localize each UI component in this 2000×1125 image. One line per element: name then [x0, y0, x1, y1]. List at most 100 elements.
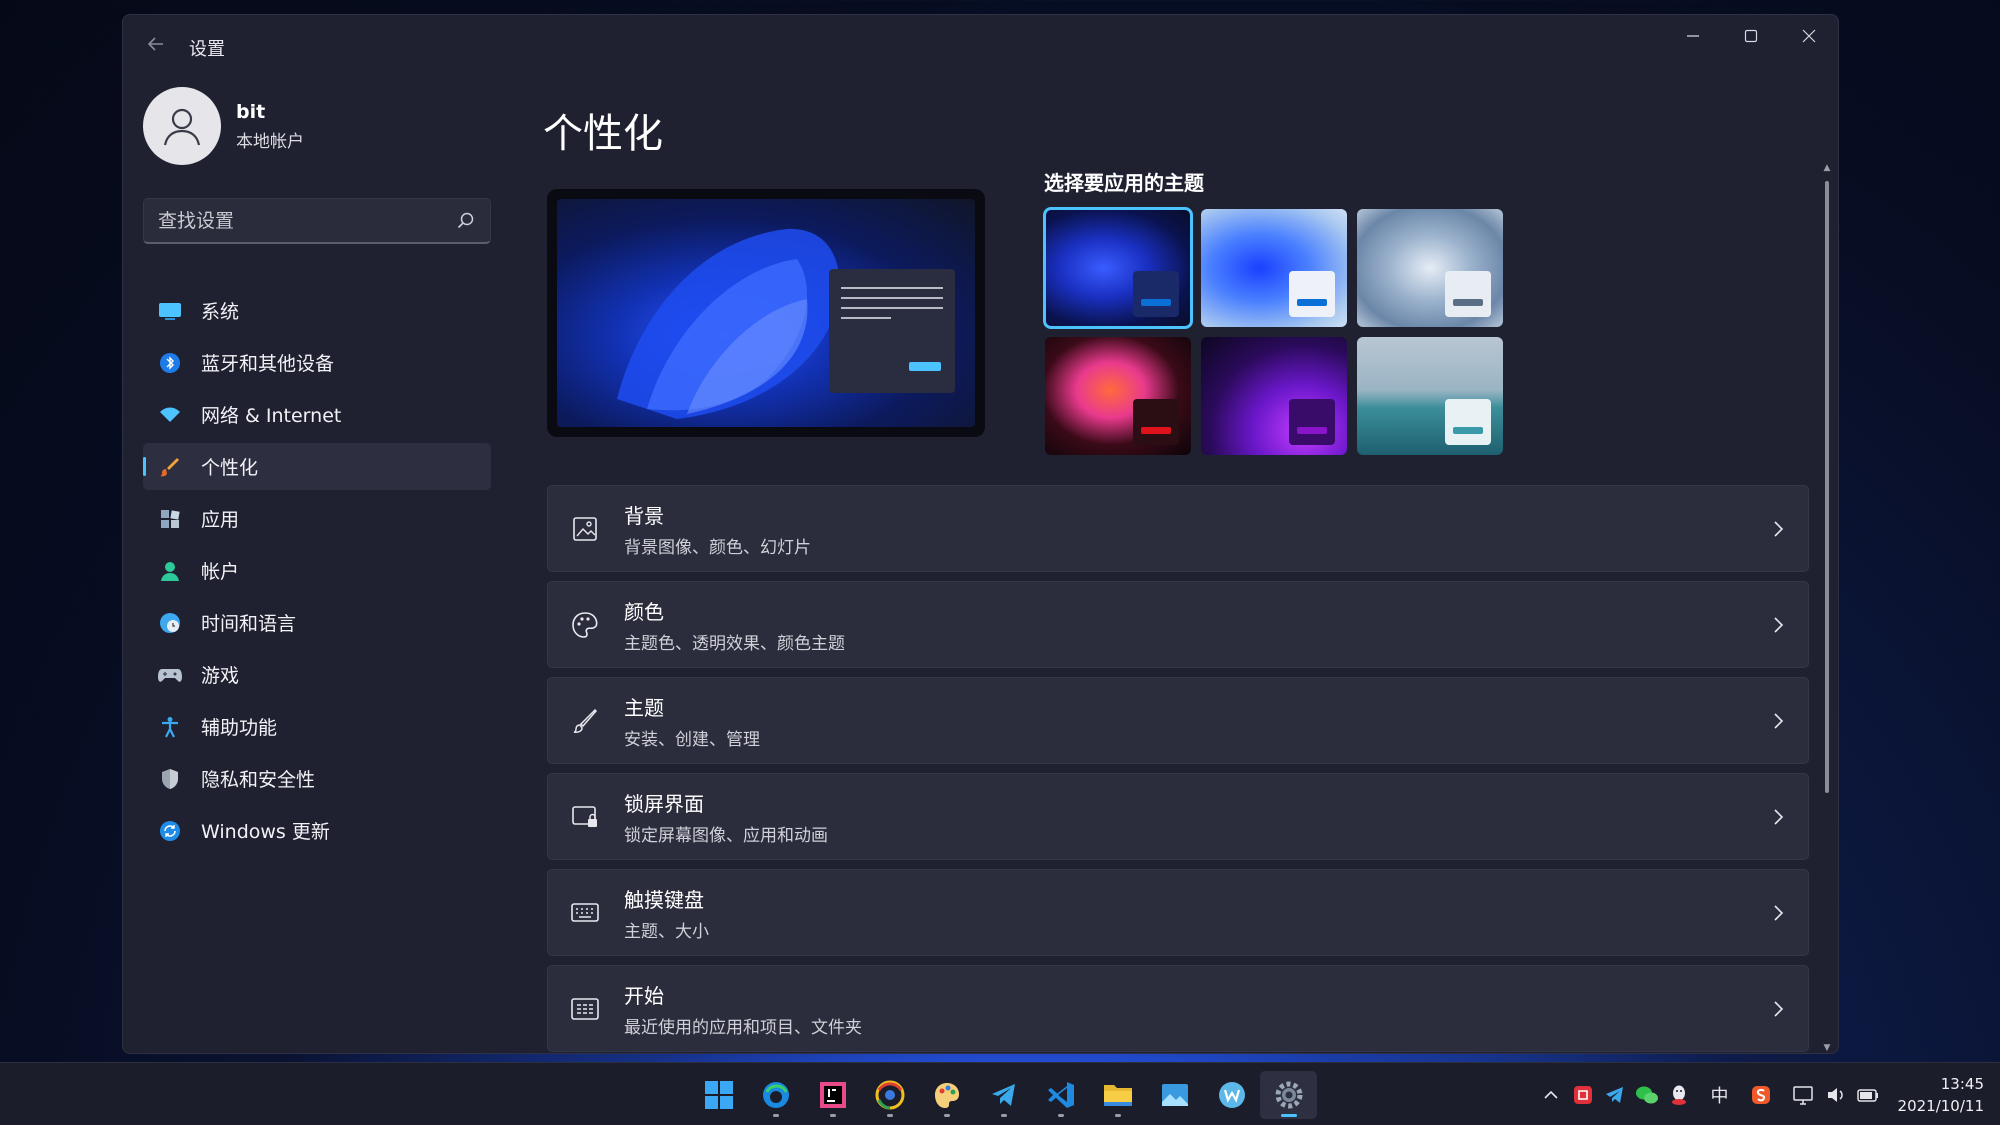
theme-sunrise[interactable] — [1201, 337, 1347, 455]
tray-battery-icon[interactable] — [1853, 1080, 1883, 1110]
shield-icon — [158, 767, 182, 791]
person-icon — [158, 559, 182, 583]
tray-volume-icon[interactable] — [1821, 1080, 1851, 1110]
setting-title: 触摸键盘 — [624, 887, 704, 912]
maximize-icon — [1744, 29, 1758, 43]
sidebar-item-label: Windows 更新 — [201, 821, 330, 843]
setting-background[interactable]: 背景 背景图像、颜色、幻灯片 — [547, 485, 1809, 572]
setting-subtitle: 锁定屏幕图像、应用和动画 — [624, 825, 828, 846]
preview-wallpaper — [557, 199, 975, 427]
search-input[interactable] — [158, 209, 456, 232]
tray-telegram-icon[interactable] — [1600, 1080, 1630, 1110]
image-icon — [570, 514, 600, 544]
sidebar-item-time-language[interactable]: 时间和语言 — [143, 599, 491, 646]
edge-icon — [762, 1082, 789, 1108]
taskbar-file-explorer[interactable] — [1089, 1071, 1146, 1119]
setting-lock-screen[interactable]: 锁屏界面 锁定屏幕图像、应用和动画 — [547, 773, 1809, 860]
scroll-down-arrow-icon[interactable]: ▼ — [1822, 1043, 1832, 1053]
running-indicator — [886, 1114, 893, 1117]
tray-app-red-icon[interactable] — [1568, 1080, 1598, 1110]
taskbar-telegram[interactable] — [975, 1071, 1032, 1119]
setting-start[interactable]: 开始 最近使用的应用和项目、文件夹 — [547, 965, 1809, 1052]
accessibility-icon — [158, 715, 182, 739]
preview-window-card — [829, 269, 955, 393]
minimize-button[interactable] — [1664, 15, 1722, 57]
maximize-button[interactable] — [1722, 15, 1780, 57]
sidebar-item-system[interactable]: 系统 — [143, 287, 491, 334]
setting-subtitle: 主题色、透明效果、颜色主题 — [624, 633, 845, 654]
sidebar-item-accounts[interactable]: 帐户 — [143, 547, 491, 594]
setting-touch-keyboard[interactable]: 触摸键盘 主题、大小 — [547, 869, 1809, 956]
sidebar-item-windows-update[interactable]: Windows 更新 — [143, 807, 491, 854]
person-icon — [163, 108, 201, 146]
chevron-right-icon — [1774, 905, 1784, 921]
taskbar-vscode[interactable] — [1032, 1071, 1089, 1119]
app-title: 设置 — [189, 39, 225, 60]
theme-captured-motion[interactable] — [1045, 337, 1191, 455]
setting-colors[interactable]: 颜色 主题色、透明效果、颜色主题 — [547, 581, 1809, 668]
chevron-right-icon — [1774, 1001, 1784, 1017]
theme-accent-bar — [1297, 299, 1327, 306]
tray-overflow-chevron-icon[interactable] — [1536, 1080, 1566, 1110]
theme-accent-bar — [1141, 427, 1171, 434]
themes-label: 选择要应用的主题 — [1044, 171, 1204, 195]
tray-sogou-icon[interactable] — [1746, 1080, 1776, 1110]
user-profile[interactable]: bit 本地帐户 — [143, 87, 304, 165]
tray-wechat-icon[interactable] — [1632, 1080, 1662, 1110]
tray-clock[interactable]: 13:45 2021/10/11 — [1898, 1073, 1984, 1117]
vscode-icon — [1047, 1082, 1074, 1108]
sidebar-item-bluetooth[interactable]: 蓝牙和其他设备 — [143, 339, 491, 386]
back-button[interactable] — [145, 33, 173, 57]
setting-subtitle: 最近使用的应用和项目、文件夹 — [624, 1017, 862, 1038]
sidebar-item-apps[interactable]: 应用 — [143, 495, 491, 542]
theme-preview — [547, 189, 985, 437]
theme-windows-light[interactable] — [1201, 209, 1347, 327]
theme-windows-dark[interactable] — [1043, 207, 1193, 329]
wifi-icon — [158, 403, 182, 427]
chevron-right-icon — [1774, 521, 1784, 537]
search-box[interactable] — [143, 198, 491, 244]
scrollbar-thumb[interactable] — [1825, 181, 1829, 793]
taskbar-photos[interactable] — [1146, 1071, 1203, 1119]
theme-accent-bar — [1141, 299, 1171, 306]
theme-accent-bar — [1453, 427, 1483, 434]
settings-list: 背景 背景图像、颜色、幻灯片 颜色 主题色、透明效果、颜色主题 主题 安装、创建… — [547, 485, 1809, 1053]
wps-icon — [1218, 1082, 1245, 1108]
taskbar-wps[interactable] — [1203, 1071, 1260, 1119]
taskbar-edge[interactable] — [747, 1071, 804, 1119]
scroll-up-arrow-icon[interactable]: ▲ — [1822, 163, 1832, 173]
theme-mini-window — [1133, 399, 1179, 445]
preview-line — [841, 307, 943, 309]
sidebar-item-label: 辅助功能 — [201, 717, 278, 739]
taskbar-start-button[interactable] — [690, 1071, 747, 1119]
brush-icon — [158, 455, 182, 479]
taskbar-settings[interactable] — [1260, 1071, 1317, 1119]
taskbar-paint[interactable] — [918, 1071, 975, 1119]
setting-themes[interactable]: 主题 安装、创建、管理 — [547, 677, 1809, 764]
gamepad-icon — [158, 663, 182, 687]
tray-qq-icon[interactable] — [1664, 1080, 1694, 1110]
tray-ime-indicator[interactable]: 中 — [1705, 1080, 1735, 1110]
setting-title: 颜色 — [624, 599, 664, 624]
preview-line — [841, 287, 943, 289]
theme-accent-bar — [1297, 427, 1327, 434]
chevron-right-icon — [1774, 617, 1784, 633]
close-button[interactable] — [1780, 15, 1838, 57]
tray-network-icon[interactable] — [1789, 1080, 1819, 1110]
scrollbar[interactable]: ▲ ▼ — [1822, 163, 1832, 1053]
taskbar-chrome[interactable] — [861, 1071, 918, 1119]
sidebar-item-personalization[interactable]: 个性化 — [143, 443, 491, 490]
sidebar-item-accessibility[interactable]: 辅助功能 — [143, 703, 491, 750]
running-indicator — [829, 1114, 836, 1117]
taskbar-jetbrains[interactable] — [804, 1071, 861, 1119]
sidebar-item-privacy[interactable]: 隐私和安全性 — [143, 755, 491, 802]
theme-flow[interactable] — [1357, 337, 1503, 455]
sidebar-item-gaming[interactable]: 游戏 — [143, 651, 491, 698]
setting-title: 背景 — [624, 503, 664, 528]
search-icon[interactable] — [456, 211, 476, 231]
sidebar-item-network[interactable]: 网络 & Internet — [143, 391, 491, 438]
sidebar-item-label: 个性化 — [201, 457, 259, 479]
sidebar-item-label: 蓝牙和其他设备 — [201, 353, 335, 375]
theme-glow[interactable] — [1357, 209, 1503, 327]
sidebar-item-label: 网络 & Internet — [201, 405, 342, 427]
